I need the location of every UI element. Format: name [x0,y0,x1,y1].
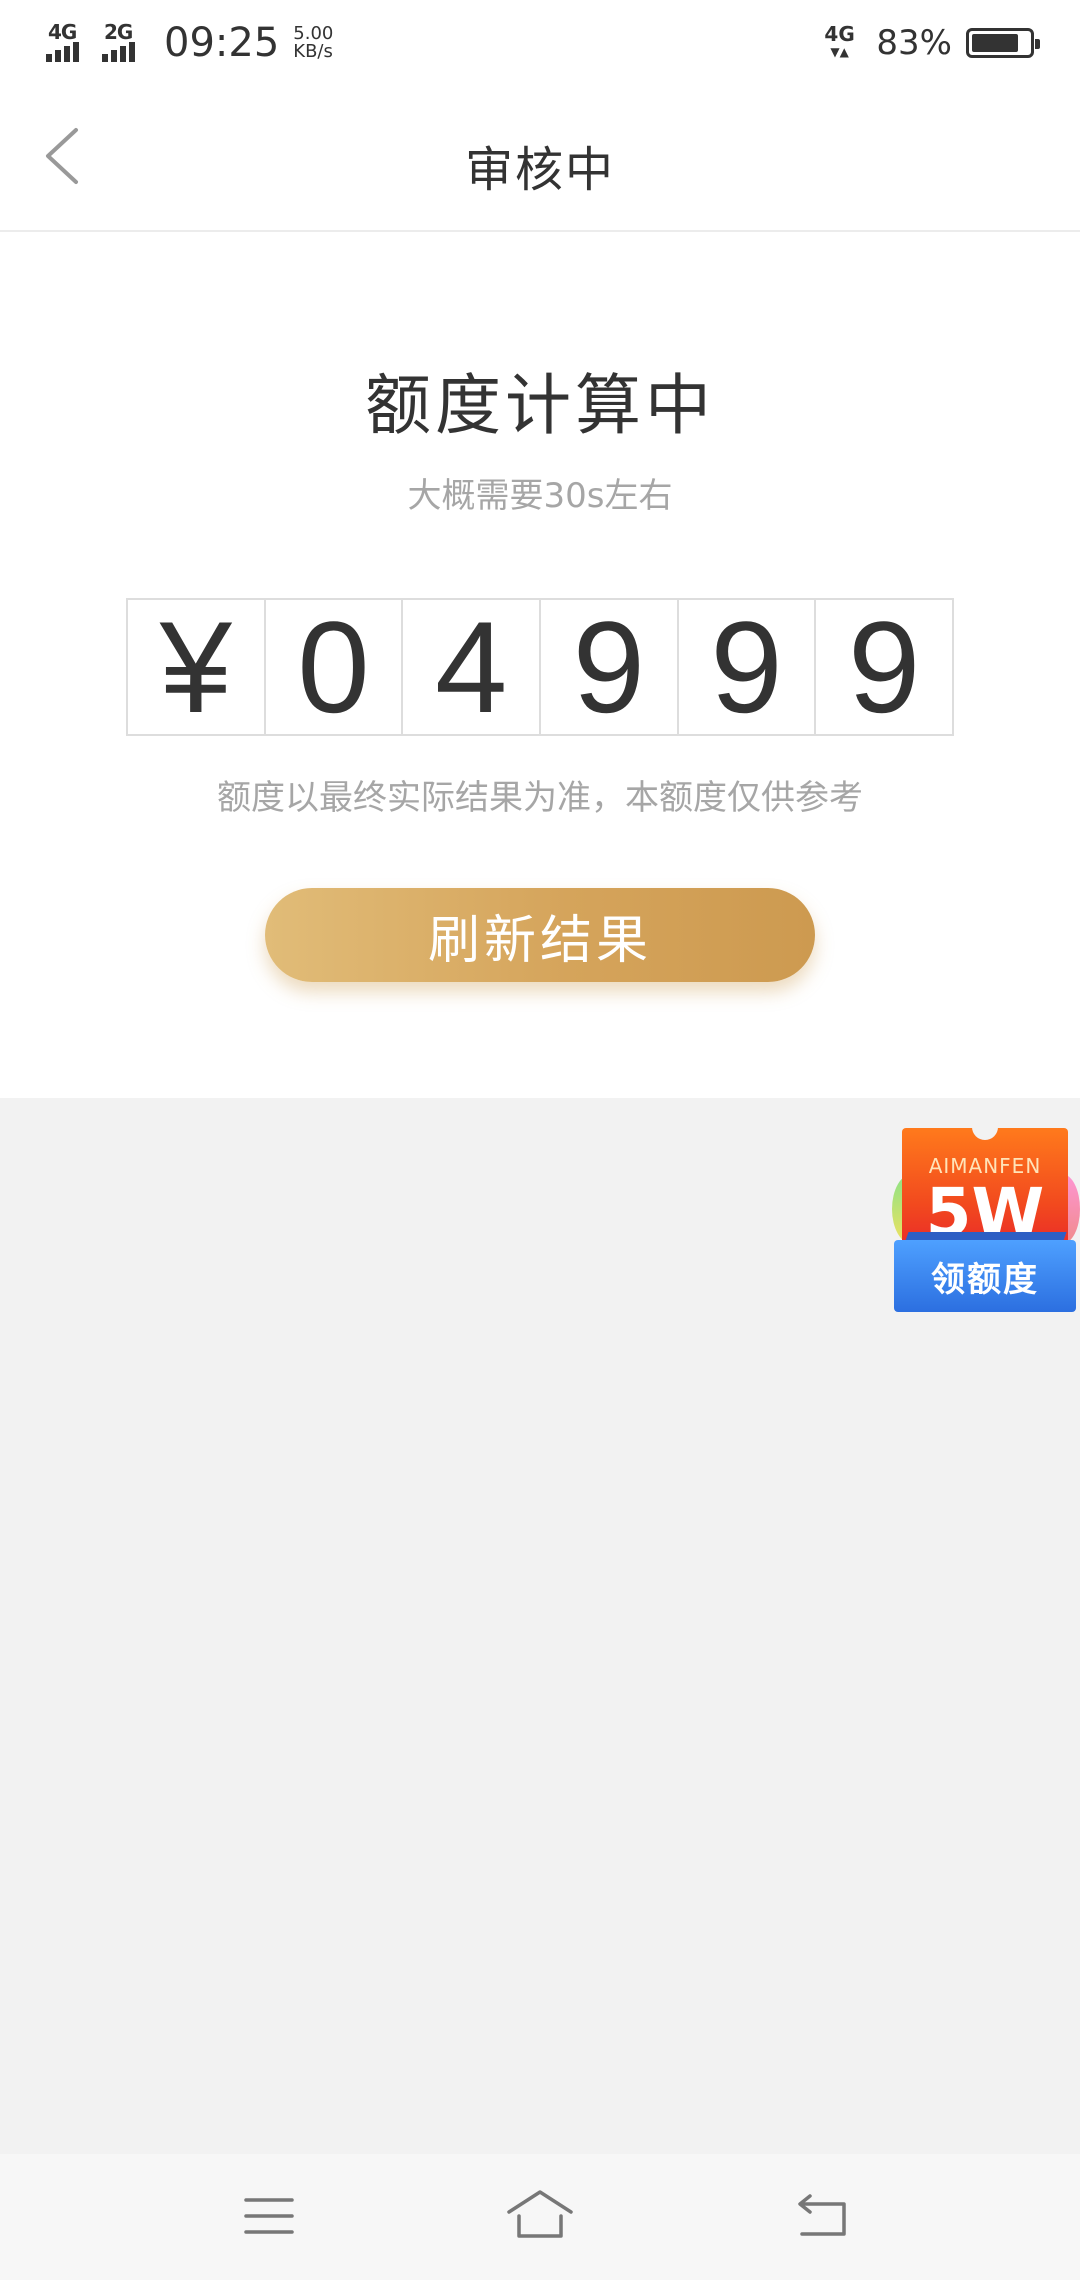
signal-icon-sim2: 2G [102,20,148,66]
mobile-data-label: 4G [824,22,855,46]
amount-display: ¥ 0 4 9 9 9 [126,598,954,736]
system-nav-bar [0,2154,1080,2280]
disclaimer-text: 额度以最终实际结果为准，本额度仅供参考 [217,778,863,818]
battery-icon [966,28,1040,58]
return-icon [798,2194,846,2236]
refresh-result-button[interactable]: 刷新结果 [265,888,815,982]
menu-icon [244,2198,294,2234]
amount-digit: 9 [541,600,679,734]
return-button[interactable] [788,2184,858,2248]
data-arrows-icon: ▼▲ [830,45,849,59]
calculation-subtitle: 大概需要30s左右 [407,476,673,516]
menu-button[interactable] [234,2184,304,2248]
page-title: 审核中 [464,142,615,198]
signal-icon-sim1: 4G [46,20,92,66]
clock: 09:25 [164,20,280,66]
amount-digit: 9 [679,600,817,734]
signal-label-sim1: 4G [48,20,77,44]
status-left: 4G 2G 09:25 5.00 KB/s [46,18,333,68]
amount-digit: 4 [403,600,542,734]
battery-fill [972,34,1018,52]
network-speed-unit: KB/s [293,41,333,62]
home-icon [507,2190,573,2238]
calculation-card: 额度计算中 大概需要30s左右 ¥ 0 4 9 9 9 额度以最终实际结果为准，… [0,232,1080,1098]
nav-header: 审核中 [0,86,1080,232]
amount-digit: 0 [266,600,404,734]
home-button[interactable] [505,2184,575,2248]
ticket-notch [972,1122,998,1140]
battery-tip [1035,39,1040,49]
status-bar: 4G 2G 09:25 5.00 KB/s 4G ▼▲ 83% [0,0,1080,86]
calculation-title: 额度计算中 [365,367,715,444]
status-right: 4G ▼▲ 83% [824,18,1040,68]
promo-badge[interactable]: AIMANFEN 5W 领额度 [890,1122,1080,1318]
network-speed: 5.00 KB/s [293,25,333,61]
currency-symbol: ¥ [128,600,266,734]
mobile-data-icon: 4G ▼▲ [824,20,864,66]
amount-digit: 9 [848,594,921,740]
battery-percent: 83% [876,23,952,63]
signal-label-sim2: 2G [104,20,133,44]
promo-label: 领额度 [894,1240,1076,1312]
